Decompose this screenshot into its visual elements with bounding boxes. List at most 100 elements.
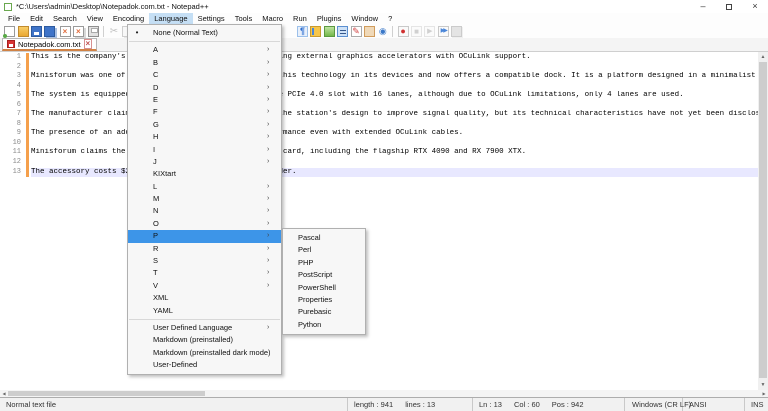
menu-tools[interactable]: Tools (230, 13, 258, 25)
close-all-icon[interactable]: × (73, 26, 84, 37)
close-icon[interactable]: × (742, 0, 768, 13)
menu-item-p[interactable]: P› (128, 230, 281, 242)
editor-line-1[interactable]: 1This is the company's first docking sta… (0, 53, 758, 63)
menu-encoding[interactable]: Encoding (108, 13, 149, 25)
new-file-icon[interactable] (4, 26, 15, 37)
menu-item-v[interactable]: V› (128, 280, 281, 292)
menu-item-xml[interactable]: XML (128, 292, 281, 304)
close-file-icon[interactable]: × (60, 26, 71, 37)
menu-[interactable]: ? (383, 13, 397, 25)
menu-item-e[interactable]: E› (128, 94, 281, 106)
menu-item-markdown-preinstalled[interactable]: Markdown (preinstalled) (128, 334, 281, 346)
define-language-icon[interactable]: ✎ (351, 26, 362, 37)
playback-macro-icon[interactable]: ▶ (424, 26, 435, 37)
menu-item-c[interactable]: C› (128, 69, 281, 81)
scroll-up-icon[interactable]: ▲ (758, 52, 768, 62)
menu-item-yaml[interactable]: YAML (128, 305, 281, 317)
menu-item-i[interactable]: I› (128, 144, 281, 156)
menu-item-d[interactable]: D› (128, 82, 281, 94)
menu-window[interactable]: Window (346, 13, 383, 25)
submenu-item-postscript[interactable]: PostScript (283, 269, 365, 281)
save-macro-icon[interactable] (451, 26, 462, 37)
menu-macro[interactable]: Macro (257, 13, 288, 25)
vertical-scrollbar[interactable]: ▲ ▼ (758, 52, 768, 390)
menu-item-t[interactable]: T› (128, 267, 281, 279)
editor-line-9[interactable]: 9The presence of an additional chip ensu… (0, 129, 758, 139)
function-list-icon[interactable] (337, 26, 348, 37)
submenu-item-purebasic[interactable]: Purebasic (283, 306, 365, 318)
menu-item-m[interactable]: M› (128, 193, 281, 205)
submenu-item-python[interactable]: Python (283, 319, 365, 331)
show-all-characters-icon[interactable]: ¶ (297, 26, 308, 37)
editor-line-2[interactable]: 2 (0, 63, 758, 73)
tab-close-icon[interactable]: × (84, 39, 93, 49)
insert-mode-label[interactable]: INS (751, 400, 764, 409)
print-icon[interactable] (88, 26, 99, 37)
menu-item-n[interactable]: N› (128, 205, 281, 217)
submenu-item-perl[interactable]: Perl (283, 244, 365, 256)
record-macro-icon[interactable]: ● (398, 26, 409, 37)
menu-item-l[interactable]: L› (128, 181, 281, 193)
line-number: 2 (0, 63, 21, 73)
horizontal-scrollbar[interactable]: ◀ ▶ (0, 390, 768, 397)
editor-line-11[interactable]: 11Minisforum claims the dock is compatib… (0, 148, 758, 158)
scroll-left-icon[interactable]: ◀ (0, 390, 8, 397)
editor-line-12[interactable]: 12 (0, 158, 758, 168)
vertical-scroll-thumb[interactable] (759, 62, 767, 378)
menu-edit[interactable]: Edit (25, 13, 48, 25)
menu-item-r[interactable]: R› (128, 243, 281, 255)
menu-run[interactable]: Run (288, 13, 312, 25)
editor-area[interactable]: 1This is the company's first docking sta… (0, 52, 768, 390)
run-macro-multiple-icon[interactable]: ▶▶ (438, 26, 449, 37)
scroll-right-icon[interactable]: ▶ (760, 390, 768, 397)
cut-icon[interactable]: ✂ (108, 26, 119, 37)
menu-item-markdown-preinstalled-dark-mode[interactable]: Markdown (preinstalled dark mode) (128, 347, 281, 359)
menu-plugins[interactable]: Plugins (312, 13, 347, 25)
submenu-item-pascal[interactable]: Pascal (283, 232, 365, 244)
document-map-icon[interactable] (324, 26, 335, 37)
encoding-label[interactable]: ANSI (689, 400, 707, 409)
menu-view[interactable]: View (82, 13, 108, 25)
menu-item-g[interactable]: G› (128, 119, 281, 131)
editor-line-10[interactable]: 10 (0, 139, 758, 149)
menu-item-user-defined-language[interactable]: User Defined Language› (128, 322, 281, 334)
menu-file[interactable]: File (3, 13, 25, 25)
monitoring-icon[interactable]: ◉ (377, 26, 388, 37)
editor-line-13[interactable]: 13The accessory costs $259, and is avail… (0, 168, 758, 178)
scroll-down-icon[interactable]: ▼ (758, 380, 768, 390)
menu-language[interactable]: Language (149, 13, 192, 25)
editor-line-4[interactable]: 4 (0, 82, 758, 92)
menu-item-j[interactable]: J› (128, 156, 281, 168)
menu-item-o[interactable]: O› (128, 218, 281, 230)
show-indent-guide-icon[interactable] (310, 26, 321, 37)
restore-icon[interactable] (716, 0, 742, 13)
submenu-item-php[interactable]: PHP (283, 257, 365, 269)
editor-line-6[interactable]: 6 (0, 101, 758, 111)
menu-item-s[interactable]: S› (128, 255, 281, 267)
tab-notepadok[interactable]: Notepadok.com.txt × (2, 38, 97, 51)
menu-item-a[interactable]: A› (128, 44, 281, 56)
save-all-icon[interactable] (44, 26, 55, 37)
minimize-icon[interactable]: – (690, 0, 716, 13)
menu-item-none-normal-text[interactable]: •None (Normal Text) (128, 27, 281, 39)
editor-line-5[interactable]: 5The system is equipped with an OCuLink … (0, 91, 758, 101)
menu-item-label: I (153, 144, 267, 156)
save-file-icon[interactable] (31, 26, 42, 37)
menu-settings[interactable]: Settings (193, 13, 230, 25)
submenu-item-properties[interactable]: Properties (283, 294, 365, 306)
menu-item-user-defined[interactable]: User-Defined (128, 359, 281, 371)
editor-line-8[interactable]: 8 (0, 120, 758, 130)
folder-as-workspace-icon[interactable] (364, 26, 375, 37)
menu-item-kixtart[interactable]: KIXtart (128, 168, 281, 180)
editor-lines: 1This is the company's first docking sta… (0, 53, 758, 177)
menu-item-h[interactable]: H› (128, 131, 281, 143)
open-file-icon[interactable] (18, 26, 29, 37)
submenu-item-powershell[interactable]: PowerShell (283, 282, 365, 294)
menu-item-b[interactable]: B› (128, 57, 281, 69)
menu-search[interactable]: Search (48, 13, 82, 25)
menu-item-f[interactable]: F› (128, 106, 281, 118)
stop-recording-icon[interactable]: ■ (411, 26, 422, 37)
editor-line-7[interactable]: 7The manufacturer claims that a special … (0, 110, 758, 120)
editor-line-3[interactable]: 3Minisforum was one of the first manufac… (0, 72, 758, 82)
horizontal-scroll-thumb[interactable] (8, 391, 205, 396)
